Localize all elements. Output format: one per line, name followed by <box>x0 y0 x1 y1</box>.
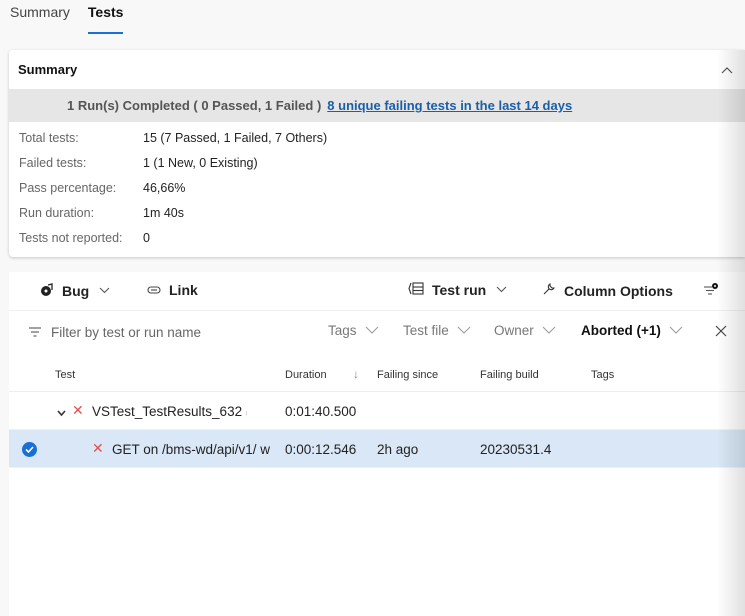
failed-status-icon: ✕ <box>92 440 104 456</box>
column-header-tags[interactable]: Tags <box>591 369 614 381</box>
close-icon <box>715 324 727 341</box>
stat-failed-tests: Failed tests: 1 (1 New, 0 Existing) <box>19 156 745 181</box>
tags-filter-dropdown[interactable]: Tags <box>328 323 379 338</box>
test-group-name: VSTest_TestResults_632 (1/1! <box>92 404 247 419</box>
filter-settings-icon <box>703 282 719 299</box>
stat-value: 1 (1 New, 0 Existing) <box>143 156 258 170</box>
stat-value: 15 (7 Passed, 1 Failed, 7 Others) <box>143 131 328 145</box>
sort-descending-icon[interactable]: ↓ <box>353 367 359 381</box>
summary-header[interactable]: Summary <box>9 50 745 89</box>
stat-value: 1m 40s <box>143 206 184 220</box>
row-selected-checkbox[interactable] <box>22 442 37 457</box>
clear-filters-button[interactable] <box>715 325 727 341</box>
group-count: (1/1! <box>246 407 247 419</box>
dropdown-label: Tags <box>328 323 357 338</box>
failed-status-icon: ✕ <box>72 402 84 418</box>
filter-placeholder: Filter by test or run name <box>51 325 202 340</box>
column-header-failing-since[interactable]: Failing since <box>377 369 438 381</box>
run-summary-banner: 1 Run(s) Completed ( 0 Passed, 1 Failed … <box>9 89 745 122</box>
toolbar: Bug Link Test run Column Options <box>9 272 745 310</box>
stat-run-duration: Run duration: 1m 40s <box>19 206 745 231</box>
stat-label: Total tests: <box>19 131 79 145</box>
expand-chevron-icon[interactable] <box>57 405 66 420</box>
column-header-duration[interactable]: Duration <box>285 369 327 381</box>
wrench-icon <box>542 282 556 299</box>
link-button[interactable]: Link <box>147 282 198 298</box>
filter-bar: Filter by test or run name Tags Test fil… <box>9 310 745 355</box>
failing-since-cell: 2h ago <box>377 442 419 457</box>
group-by-icon <box>408 282 424 298</box>
chevron-down-icon <box>365 325 379 337</box>
summary-stats: Total tests: 15 (7 Passed, 1 Failed, 7 O… <box>9 122 745 256</box>
table-header: Test Duration ↓ Failing since Failing bu… <box>9 355 745 392</box>
dropdown-label: Aborted (+1) <box>581 323 661 338</box>
run-status-text: 1 Run(s) Completed ( 0 Passed, 1 Failed … <box>67 98 322 113</box>
filter-search-input[interactable]: Filter by test or run name <box>29 325 201 340</box>
duration-cell: 0:00:12.546 <box>285 442 357 457</box>
filter-icon <box>29 325 41 340</box>
outcome-filter-dropdown[interactable]: Aborted (+1) <box>581 323 683 338</box>
column-header-failing-build[interactable]: Failing build <box>480 369 539 381</box>
table-row[interactable]: ✕ GET on /bms-wd/api/v1/ w 0:00:12.546 2… <box>9 430 745 468</box>
table-row-group[interactable]: ✕ VSTest_TestResults_632 (1/1! 0:01:40.5… <box>9 392 745 430</box>
stat-value: 46,66% <box>143 181 186 195</box>
stat-tests-not-reported: Tests not reported: 0 <box>19 231 745 256</box>
column-options-button[interactable]: Column Options <box>542 282 673 299</box>
stat-label: Pass percentage: <box>19 181 117 195</box>
tab-tests[interactable]: Tests <box>87 0 123 40</box>
duration-cell: 0:01:40.500 <box>285 404 357 419</box>
dropdown-label: Test file <box>403 323 449 338</box>
dropdown-label: Owner <box>494 323 534 338</box>
failing-build-cell[interactable]: 20230531.4 <box>480 442 551 457</box>
tab-bar: Summary Tests <box>10 0 123 40</box>
group-name-text: VSTest_TestResults_632 <box>92 404 243 419</box>
test-name-cell[interactable]: GET on /bms-wd/api/v1/ w <box>112 442 272 457</box>
bug-label: Bug <box>62 283 90 299</box>
tests-panel: Bug Link Test run Column Options Filter … <box>9 272 745 616</box>
summary-card: Summary 1 Run(s) Completed ( 0 Passed, 1… <box>9 50 745 257</box>
link-icon <box>147 282 161 298</box>
bug-button[interactable]: Bug <box>40 282 110 300</box>
stat-label: Tests not reported: <box>19 231 123 245</box>
summary-title: Summary <box>18 62 78 77</box>
chevron-down-icon <box>542 325 556 337</box>
test-run-group-button[interactable]: Test run <box>408 282 507 298</box>
filter-toggle-button[interactable] <box>703 282 719 299</box>
stat-value: 0 <box>143 231 150 245</box>
column-options-label: Column Options <box>564 282 673 299</box>
chevron-down-icon <box>99 285 110 297</box>
chevron-down-icon <box>669 325 683 337</box>
test-run-label: Test run <box>432 282 487 298</box>
owner-filter-dropdown[interactable]: Owner <box>494 323 556 338</box>
stat-total-tests: Total tests: 15 (7 Passed, 1 Failed, 7 O… <box>19 131 745 156</box>
chevron-down-icon <box>496 284 507 296</box>
stat-pass-percentage: Pass percentage: 46,66% <box>19 181 745 206</box>
test-file-filter-dropdown[interactable]: Test file <box>403 323 471 338</box>
chevron-down-icon <box>457 325 471 337</box>
stat-label: Failed tests: <box>19 156 87 170</box>
column-header-test[interactable]: Test <box>55 369 75 381</box>
chevron-up-icon[interactable] <box>719 62 735 78</box>
link-label: Link <box>169 282 198 298</box>
unique-failing-tests-link[interactable]: 8 unique failing tests in the last 14 da… <box>327 98 572 113</box>
stat-label: Run duration: <box>19 206 95 220</box>
tab-summary[interactable]: Summary <box>10 0 70 40</box>
bug-icon <box>40 282 54 300</box>
